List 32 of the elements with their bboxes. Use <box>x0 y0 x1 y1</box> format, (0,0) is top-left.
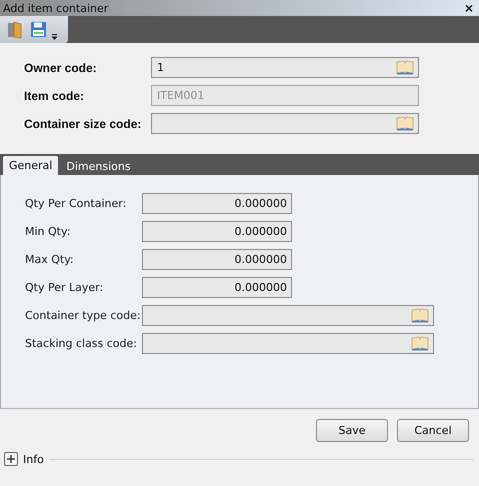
save-button[interactable] <box>28 20 48 40</box>
tab[interactable]: General <box>3 156 58 175</box>
book-icon[interactable] <box>411 308 429 323</box>
input-field[interactable]: 0.000000 <box>142 221 292 242</box>
tab[interactable]: Dimensions <box>60 157 137 175</box>
field-label: Stacking class code: <box>25 337 138 350</box>
input-field[interactable]: 0.000000 <box>142 249 292 270</box>
field-label: Item code: <box>24 88 86 102</box>
field-label: Container type code: <box>25 309 142 322</box>
book-icon[interactable] <box>396 60 414 75</box>
lookup-field[interactable] <box>142 333 434 354</box>
close-button[interactable]: × <box>464 1 473 15</box>
lookup-field[interactable] <box>151 113 419 134</box>
field-label: Container size code: <box>24 116 142 130</box>
book-icon[interactable] <box>411 336 429 351</box>
expander-button[interactable] <box>4 452 18 466</box>
window-title: Add item container <box>3 2 108 14</box>
book-icon[interactable] <box>396 116 414 131</box>
field-label: Owner code: <box>24 60 98 74</box>
cancel-button[interactable]: Cancel <box>397 419 469 442</box>
lookup-field[interactable]: 1 <box>151 57 419 78</box>
field-label: Qty Per Container: <box>25 197 128 210</box>
field-label: Qty Per Layer: <box>25 281 104 294</box>
dropdown-caret-icon[interactable] <box>51 33 58 41</box>
lookup-field[interactable] <box>142 305 434 326</box>
field-label: Max Qty: <box>25 253 75 266</box>
field-label: Min Qty: <box>25 225 72 238</box>
input-field[interactable]: 0.000000 <box>142 277 292 298</box>
section-label: Info <box>23 452 44 466</box>
save-button[interactable]: Save <box>316 419 388 442</box>
input-field[interactable]: 0.000000 <box>142 193 292 214</box>
door-icon <box>6 20 24 38</box>
